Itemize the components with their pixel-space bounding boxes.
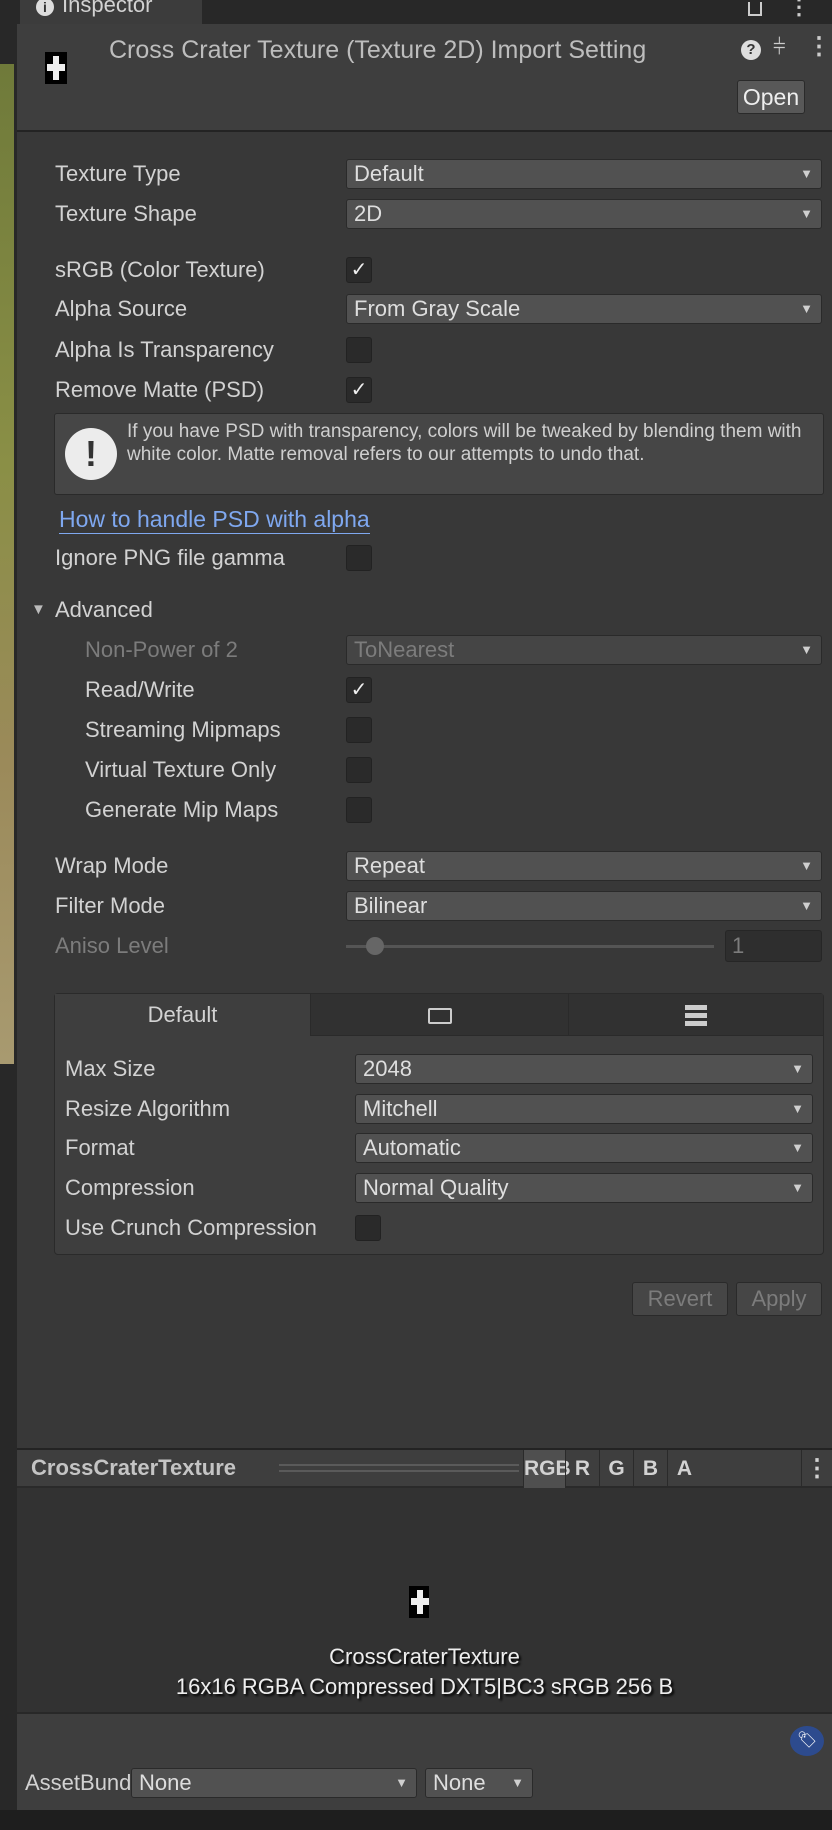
aniso-slider-track: [346, 945, 714, 948]
generate-mipmaps-checkbox[interactable]: [346, 797, 372, 823]
remove-matte-checkbox[interactable]: ✓: [346, 377, 372, 403]
platform-settings-panel: Default Max Size 2048 Resize Algorithm M…: [54, 993, 824, 1255]
server-icon: [685, 1005, 707, 1028]
ignore-png-gamma-label: Ignore PNG file gamma: [55, 545, 285, 570]
info-icon: i: [36, 0, 54, 16]
texture-preview: CrossCraterTexture 16x16 RGBA Compressed…: [17, 1488, 832, 1712]
format-label: Format: [65, 1135, 135, 1160]
crunch-compression-label: Use Crunch Compression: [65, 1215, 317, 1240]
read-write-checkbox[interactable]: ✓: [346, 677, 372, 703]
virtual-texture-checkbox[interactable]: [346, 757, 372, 783]
wrap-mode-dropdown[interactable]: Repeat: [346, 851, 822, 881]
preview-header: CrossCraterTexture RGB R G B A ⋮: [17, 1448, 832, 1488]
more-icon[interactable]: ⋮: [807, 32, 831, 61]
npot-dropdown: ToNearest: [346, 635, 822, 665]
preset-icon[interactable]: ⫩: [773, 34, 786, 60]
streaming-mipmaps-label: Streaming Mipmaps: [85, 717, 281, 742]
compression-dropdown[interactable]: Normal Quality: [355, 1173, 813, 1203]
generate-mipmaps-label: Generate Mip Maps: [85, 797, 279, 822]
channel-r-button[interactable]: R: [565, 1450, 599, 1488]
alpha-source-dropdown[interactable]: From Gray Scale: [346, 294, 822, 324]
preview-info: 16x16 RGBA Compressed DXT5|BC3 sRGB 256 …: [175, 1674, 674, 1699]
aniso-slider-thumb: [366, 937, 384, 955]
apply-button[interactable]: Apply: [736, 1282, 822, 1316]
advanced-foldout[interactable]: Advanced: [55, 595, 153, 625]
texture-shape-dropdown[interactable]: 2D: [346, 199, 822, 229]
help-box: ! If you have PSD with transparency, col…: [54, 413, 824, 495]
channel-rgb-button[interactable]: RGB: [523, 1450, 571, 1488]
assetbundle-name-dropdown[interactable]: None: [131, 1768, 417, 1798]
virtual-texture-label: Virtual Texture Only: [85, 757, 277, 782]
scene-view-strip: [0, 64, 14, 1064]
help-icon[interactable]: ?: [741, 40, 761, 60]
alpha-source-label: Alpha Source: [55, 296, 188, 321]
texture-shape-label: Texture Shape: [55, 201, 197, 226]
srgb-checkbox[interactable]: ✓: [346, 257, 372, 283]
aniso-level-input: 1: [725, 930, 822, 962]
compression-label: Compression: [65, 1175, 195, 1200]
max-size-dropdown[interactable]: 2048: [355, 1054, 813, 1084]
preview-title: CrossCraterTexture: [31, 1455, 237, 1480]
alpha-transparency-checkbox[interactable]: [346, 337, 372, 363]
help-text: If you have PSD with transparency, color…: [127, 421, 802, 465]
read-write-label: Read/Write: [85, 677, 195, 702]
remove-matte-label: Remove Matte (PSD): [55, 377, 265, 402]
filter-mode-label: Filter Mode: [55, 893, 166, 918]
inspector-header: Cross Crater Texture (Texture 2D) Import…: [17, 24, 832, 132]
tab-server[interactable]: [569, 994, 823, 1036]
tab-default-platform[interactable]: Default: [55, 994, 311, 1036]
warning-icon: !: [65, 428, 117, 480]
monitor-icon: [427, 1008, 452, 1025]
texture-type-label: Texture Type: [55, 161, 181, 186]
streaming-mipmaps-checkbox[interactable]: [346, 717, 372, 743]
preview-image: [409, 1586, 429, 1618]
srgb-label: sRGB (Color Texture): [55, 257, 265, 282]
texture-thumbnail: [45, 52, 67, 84]
tab-title: Inspector: [62, 0, 153, 17]
revert-button[interactable]: Revert: [632, 1282, 728, 1316]
texture-type-dropdown[interactable]: Default: [346, 159, 822, 189]
resize-algorithm-dropdown[interactable]: Mitchell: [355, 1094, 813, 1124]
channel-b-button[interactable]: B: [633, 1450, 667, 1488]
preview-name: CrossCraterTexture: [329, 1644, 520, 1669]
foldout-arrow-icon[interactable]: ▼: [31, 601, 46, 618]
max-size-label: Max Size: [65, 1056, 156, 1081]
filter-mode-dropdown[interactable]: Bilinear: [346, 891, 822, 921]
preview-more-icon[interactable]: ⋮: [801, 1450, 832, 1488]
channel-g-button[interactable]: G: [599, 1450, 633, 1488]
channel-a-button[interactable]: A: [667, 1450, 701, 1488]
assetbundle-variant-dropdown[interactable]: None: [425, 1768, 533, 1798]
tag-icon[interactable]: 🏷: [790, 1726, 824, 1756]
resize-algorithm-label: Resize Algorithm: [65, 1096, 231, 1121]
resize-handle[interactable]: [279, 1464, 519, 1472]
psd-alpha-link[interactable]: How to handle PSD with alpha: [59, 506, 370, 534]
header-title: Cross Crater Texture (Texture 2D) Import…: [109, 36, 647, 64]
status-bar: [0, 1810, 832, 1830]
asset-labels-section: 🏷 AssetBundle None None: [17, 1712, 832, 1810]
lock-icon[interactable]: [748, 2, 762, 16]
npot-label: Non-Power of 2: [85, 637, 238, 662]
open-button[interactable]: Open: [737, 80, 805, 114]
crunch-compression-checkbox[interactable]: [355, 1215, 381, 1241]
assetbundle-label: AssetBundle: [25, 1770, 149, 1795]
aniso-level-label: Aniso Level: [55, 933, 169, 958]
ignore-png-gamma-checkbox[interactable]: [346, 545, 372, 571]
tab-standalone[interactable]: [311, 994, 569, 1036]
more-menu-icon[interactable]: ⋮: [788, 0, 810, 20]
alpha-transparency-label: Alpha Is Transparency: [55, 337, 274, 362]
tab-inspector[interactable]: i Inspector: [20, 0, 202, 24]
format-dropdown[interactable]: Automatic: [355, 1133, 813, 1163]
wrap-mode-label: Wrap Mode: [55, 853, 169, 878]
